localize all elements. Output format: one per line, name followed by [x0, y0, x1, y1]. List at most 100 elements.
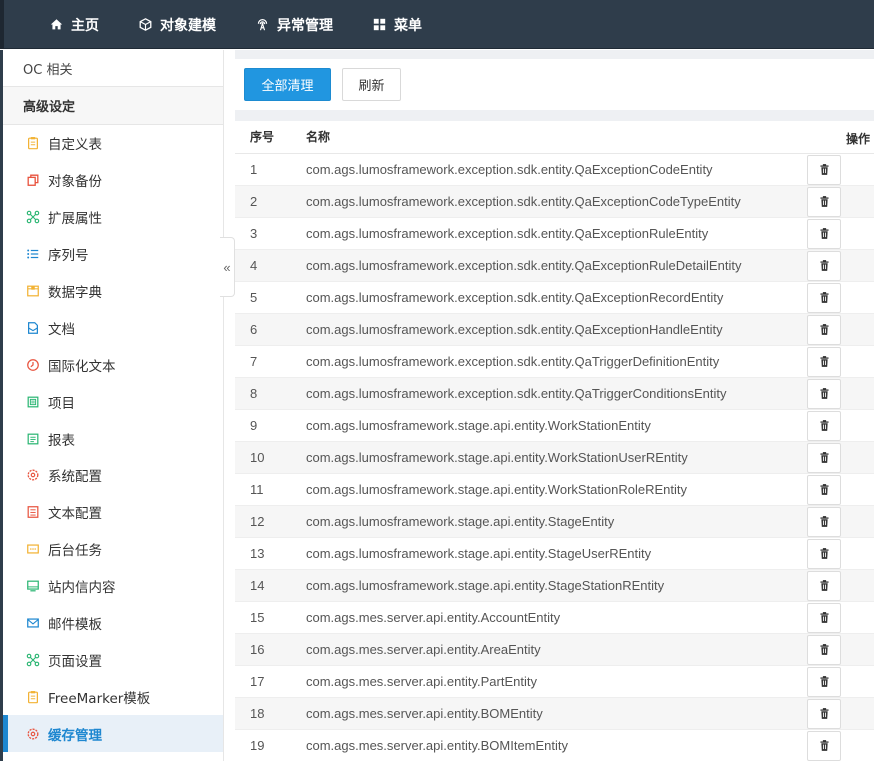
delete-row-button[interactable]: [807, 347, 841, 377]
table-row: 9 com.ags.lumosframework.stage.api.entity…: [235, 409, 874, 442]
trash-icon: [819, 579, 829, 594]
trash-icon: [819, 483, 829, 498]
sidebar-item[interactable]: 系统配置: [3, 457, 223, 494]
clock-icon: [26, 358, 40, 372]
delete-row-button[interactable]: [807, 731, 841, 761]
table-row: 12 com.ags.lumosframework.stage.api.entit…: [235, 505, 874, 538]
delete-row-button[interactable]: [807, 443, 841, 473]
nav-exception-management-label: 异常管理: [277, 17, 333, 34]
clipboard-icon: [26, 690, 40, 704]
nav-exception-management[interactable]: 异常管理: [256, 0, 333, 49]
row-entity-name: com.ags.mes.server.api.entity.BOMEntity: [291, 697, 851, 730]
refresh-button[interactable]: 刷新: [342, 68, 401, 101]
sidebar-item[interactable]: 序列号: [3, 236, 223, 273]
delete-row-button[interactable]: [807, 155, 841, 185]
table-row: 15 com.ags.mes.server.api.entity.AccountE…: [235, 601, 874, 634]
delete-row-button[interactable]: [807, 699, 841, 729]
row-number: 5: [235, 281, 291, 314]
table-row: 14 com.ags.lumosframework.stage.api.entit…: [235, 569, 874, 602]
nav-menu[interactable]: 菜单: [373, 0, 422, 49]
row-entity-name: com.ags.mes.server.api.entity.BOMItemEnt…: [291, 729, 851, 761]
sidebar-item[interactable]: 文本配置: [3, 494, 223, 531]
row-entity-name: com.ags.mes.server.api.entity.AccountEnt…: [291, 601, 851, 634]
row-entity-name: com.ags.lumosframework.exception.sdk.ent…: [291, 185, 851, 218]
delete-row-button[interactable]: [807, 603, 841, 633]
sidebar-section-oc[interactable]: OC 相关: [3, 50, 223, 87]
top-navigation-bar: 主页 对象建模 异常管理 菜单: [0, 0, 874, 49]
delete-row-button[interactable]: [807, 667, 841, 697]
row-action-cell: [851, 313, 874, 346]
sidebar-item[interactable]: 数据字典: [3, 273, 223, 310]
sidebar-item[interactable]: 后台任务: [3, 531, 223, 568]
sidebar-item[interactable]: 页面设置: [3, 641, 223, 678]
row-entity-name: com.ags.lumosframework.stage.api.entity.…: [291, 473, 851, 506]
row-number: 12: [235, 505, 291, 538]
delete-row-button[interactable]: [807, 411, 841, 441]
row-number: 16: [235, 633, 291, 666]
sidebar-item[interactable]: 自定义表: [3, 125, 223, 162]
delete-row-button[interactable]: [807, 219, 841, 249]
row-entity-name: com.ags.lumosframework.exception.sdk.ent…: [291, 377, 851, 410]
table-row: 4 com.ags.lumosframework.exception.sdk.en…: [235, 249, 874, 282]
sidebar-item-label: 站内信内容: [48, 580, 116, 597]
trash-icon: [819, 739, 829, 754]
sidebar-item[interactable]: 项目: [3, 383, 223, 420]
sidebar-item-label: 项目: [48, 395, 75, 412]
delete-row-button[interactable]: [807, 283, 841, 313]
grid-icon: [373, 18, 386, 31]
sidebar-item[interactable]: FreeMarker模板: [3, 678, 223, 715]
nav-home[interactable]: 主页: [50, 0, 99, 49]
row-action-cell: [851, 281, 874, 314]
delete-row-button[interactable]: [807, 635, 841, 665]
sidebar-section-advanced[interactable]: 高级设定: [3, 87, 223, 125]
sidebar-item[interactable]: 站内信内容: [3, 568, 223, 605]
row-number: 2: [235, 185, 291, 218]
delete-row-button[interactable]: [807, 251, 841, 281]
text-config-icon: [26, 505, 40, 519]
sidebar-item-label: 数据字典: [48, 285, 102, 301]
sidebar-item[interactable]: 缓存管理: [3, 715, 223, 753]
row-entity-name: com.ags.lumosframework.stage.api.entity.…: [291, 569, 851, 602]
row-number: 17: [235, 665, 291, 698]
table-row: 6 com.ags.lumosframework.exception.sdk.en…: [235, 313, 874, 346]
sidebar-item[interactable]: 报表: [3, 420, 223, 457]
sidebar-item[interactable]: 文档: [3, 309, 223, 346]
sidebar-item[interactable]: 邮件模板: [3, 605, 223, 642]
topbar-edge: [0, 0, 4, 49]
table-row: 18 com.ags.mes.server.api.entity.BOMEntit…: [235, 697, 874, 730]
sidebar-collapse-button[interactable]: «: [220, 237, 235, 297]
sidebar: OC 相关 高级设定 自定义表 对象备份 扩展属性 序列号数据字典文档国际化文本项目报…: [3, 50, 224, 761]
row-number: 7: [235, 345, 291, 378]
sidebar-item-label: 文档: [48, 321, 75, 338]
trash-icon: [819, 643, 829, 658]
delete-row-button[interactable]: [807, 379, 841, 409]
row-action-cell: [851, 633, 874, 666]
table-row: 8 com.ags.lumosframework.exception.sdk.en…: [235, 377, 874, 410]
sidebar-item-list: 自定义表 对象备份 扩展属性 序列号数据字典文档国际化文本项目报表系统配置文本配置 后台…: [3, 125, 223, 753]
row-action-cell: [851, 345, 874, 378]
sidebar-item[interactable]: 国际化文本: [3, 346, 223, 383]
delete-row-button[interactable]: [807, 475, 841, 505]
clipboard-icon: [26, 136, 40, 150]
row-action-cell: [851, 377, 874, 410]
row-number: 9: [235, 409, 291, 442]
main-content: 全部清理 刷新 序号 名称 操作 1 com.ags.lumosframework…: [235, 50, 874, 761]
sidebar-item[interactable]: 对象备份: [3, 162, 223, 199]
row-number: 13: [235, 537, 291, 570]
sidebar-item-label: 页面设置: [48, 653, 102, 670]
sidebar-item-label: 系统配置: [48, 469, 102, 486]
message-icon: [26, 579, 40, 593]
row-number: 3: [235, 217, 291, 250]
delete-row-button[interactable]: [807, 187, 841, 217]
trash-icon: [819, 355, 829, 370]
settings-icon: [26, 468, 40, 482]
delete-row-button[interactable]: [807, 539, 841, 569]
delete-row-button[interactable]: [807, 571, 841, 601]
delete-row-button[interactable]: [807, 507, 841, 537]
row-entity-name: com.ags.lumosframework.exception.sdk.ent…: [291, 281, 851, 314]
row-action-cell: [851, 665, 874, 698]
delete-row-button[interactable]: [807, 315, 841, 345]
clear-all-button[interactable]: 全部清理: [244, 68, 331, 101]
sidebar-item[interactable]: 扩展属性: [3, 199, 223, 236]
nav-object-modeling[interactable]: 对象建模: [139, 0, 216, 49]
